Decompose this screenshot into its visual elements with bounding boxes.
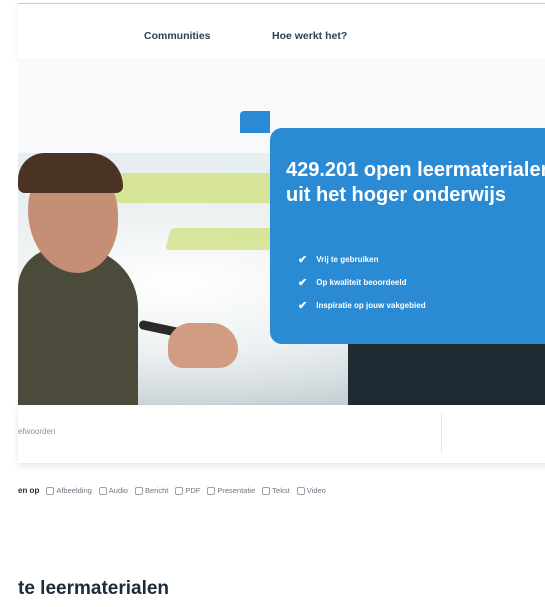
hero-bullet: ✔ Vrij te gebruiken [298,253,378,266]
hero-bullet: ✔ Op kwaliteit beoordeeld [298,276,406,289]
nav-link-communities[interactable]: Communities [144,30,211,42]
hero-bullet: ✔ Inspiratie op jouw vakgebied [298,299,426,312]
hero-photo-stripe [103,173,283,203]
hero-bullet-label: Op kwaliteit beoordeeld [316,278,407,287]
filter-afbeelding[interactable]: Afbeelding [46,486,92,495]
checkbox[interactable] [175,486,184,495]
search-divider [441,413,442,453]
hero-title: 429.201 open leermaterialen uit het hoge… [286,159,545,206]
filter-pdf[interactable]: PDF [175,486,200,495]
filter-option-label: PDF [185,486,201,495]
top-navigation: Communities Hoe werkt het? [18,3,545,58]
checkbox[interactable] [98,486,107,495]
filter-option-label: Bericht [144,486,169,495]
search-bar [18,405,545,463]
checkbox[interactable] [46,486,55,495]
checkbox[interactable] [262,486,271,495]
check-icon: ✔ [298,254,308,266]
nav-link-how-it-works[interactable]: Hoe werkt het? [272,30,347,42]
filter-tekst[interactable]: Tekst [262,486,290,495]
section-title: te leermaterialen [18,578,170,599]
check-icon: ✔ [298,277,308,289]
check-icon: ✔ [298,300,308,312]
hero-bullet-label: Inspiratie op jouw vakgebied [316,301,426,310]
hero-photo-stripe [165,228,281,250]
filter-option-label: Afbeelding [56,486,92,495]
search-input[interactable] [18,427,318,436]
hero-card: 429.201 open leermaterialen uit het hoge… [270,128,545,344]
hero-bullet-label: Vrij te gebruiken [316,255,379,264]
checkbox[interactable] [296,486,305,495]
filter-video[interactable]: Video [296,486,326,495]
hero-person-hair [18,153,123,193]
hero-card-tab [240,111,270,133]
filter-audio[interactable]: Audio [98,486,128,495]
checkbox[interactable] [134,486,143,495]
hero-person-hand [168,323,238,368]
filter-bericht[interactable]: Bericht [134,486,169,495]
filter-option-label: Video [306,486,326,495]
filter-option-label: Tekst [272,486,290,495]
filter-option-label: Presentatie [217,486,256,495]
filter-option-label: Audio [108,486,128,495]
filter-label: en op [18,486,40,495]
filter-row: en op Afbeelding Audio Bericht PDF Prese… [18,486,333,495]
filter-presentatie[interactable]: Presentatie [207,486,255,495]
checkbox[interactable] [207,486,216,495]
